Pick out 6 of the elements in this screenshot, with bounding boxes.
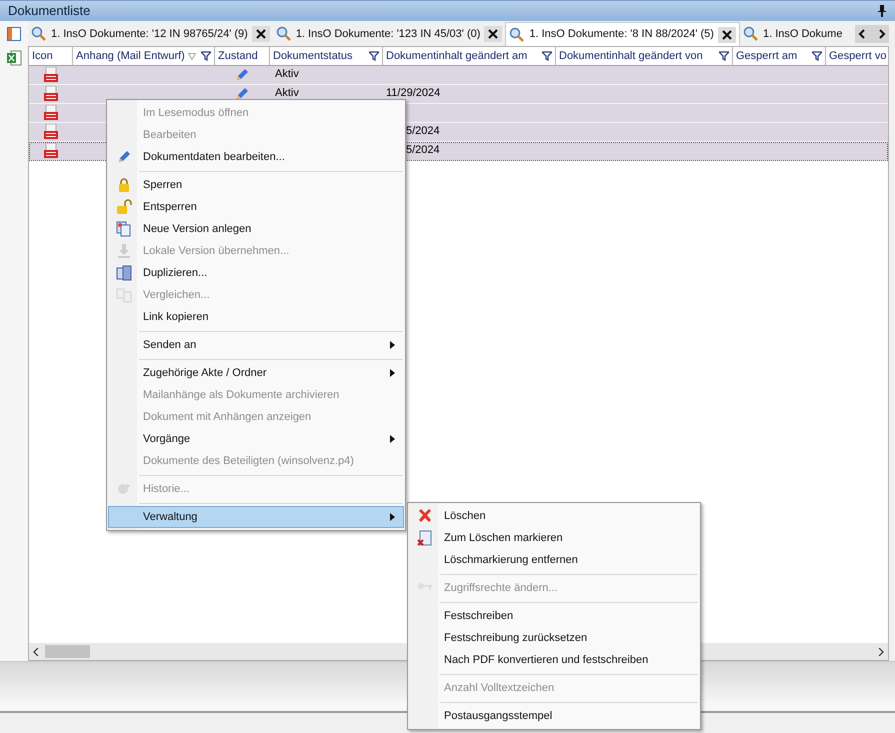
date-text: 11/29/2024 [386, 86, 440, 101]
status-text: Aktiv [275, 86, 299, 101]
status-text: Aktiv [275, 67, 299, 82]
date-text: 5/2024 [406, 143, 440, 158]
panel-title: Dokumentliste [8, 2, 90, 20]
date-text: 5/2024 [406, 124, 440, 139]
